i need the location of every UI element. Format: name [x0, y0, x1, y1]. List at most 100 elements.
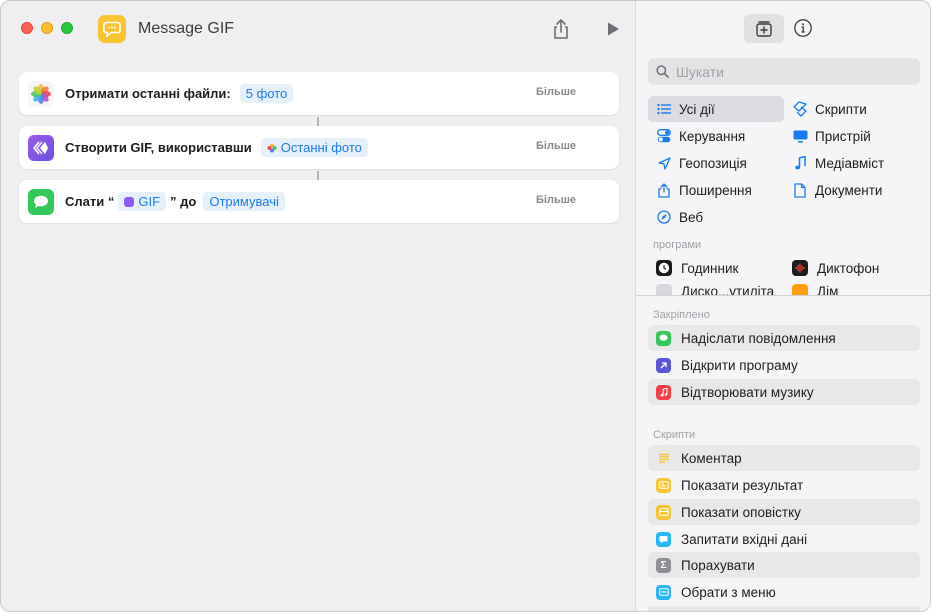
category-label: Документи	[815, 182, 883, 198]
category-device[interactable]: Пристрій	[784, 123, 920, 149]
action-label-start: Слати “	[65, 194, 115, 209]
latest-photos-token[interactable]: Останні фото	[260, 138, 368, 157]
window-title: Message GIF	[138, 20, 235, 37]
close-button[interactable]	[21, 22, 33, 34]
editor-pane: Message GIF Отримати останні файли: 5 фо…	[1, 1, 635, 611]
home-icon	[792, 284, 808, 295]
script-comment[interactable]: Коментар	[648, 445, 920, 471]
action-label: Отримати останні файли:	[65, 86, 231, 101]
script-calculate[interactable]: Σ Порахувати	[648, 552, 920, 578]
action-make-gif[interactable]: Створити GIF, використавши Останні фото …	[19, 126, 619, 169]
comment-icon	[656, 451, 671, 466]
category-scripts[interactable]: Скрипти	[784, 96, 920, 122]
row-label: Коментар	[681, 450, 742, 466]
row-label: Показати оповістку	[681, 504, 801, 520]
alert-icon	[656, 504, 671, 520]
messages-icon	[656, 330, 671, 346]
script-ask-input[interactable]: Запитати вхідні дані	[648, 526, 920, 552]
music-icon	[656, 384, 671, 400]
app-voice-memos[interactable]: Диктофон	[792, 257, 879, 279]
category-label: Поширення	[679, 182, 752, 198]
messages-icon	[28, 189, 54, 215]
photo-count-token[interactable]: 5 фото	[239, 84, 294, 103]
monitor-icon	[790, 128, 810, 144]
gif-small-icon	[124, 196, 135, 207]
category-web[interactable]: Веб	[648, 204, 784, 230]
category-label: Скрипти	[815, 101, 867, 117]
row-label: Відтворювати музику	[681, 384, 814, 400]
action-connector	[317, 171, 319, 180]
music-note-icon	[790, 155, 810, 171]
category-label: Усі дії	[679, 101, 715, 117]
script-choose-from-menu[interactable]: Обрати з меню	[648, 579, 920, 605]
script-show-alert[interactable]: Показати оповістку	[648, 499, 920, 525]
row-label: Обрати з меню	[681, 584, 776, 600]
app-label: Диско...утиліта	[681, 284, 775, 295]
open-app-icon	[656, 357, 671, 373]
show-result-icon	[656, 477, 671, 493]
search-input[interactable]	[648, 58, 920, 85]
zoom-button[interactable]	[61, 22, 73, 34]
clock-icon	[656, 260, 672, 276]
library-button[interactable]	[744, 14, 784, 43]
category-label: Геопозиція	[679, 155, 747, 171]
category-control[interactable]: Керування	[648, 123, 784, 149]
row-label: Запитати вхідні дані	[681, 531, 808, 547]
row-label: Відкрити програму	[681, 357, 798, 373]
document-icon	[790, 182, 810, 198]
category-location[interactable]: Геопозиція	[648, 150, 784, 176]
more-button[interactable]: Більше	[536, 86, 576, 98]
gif-token[interactable]: GIF	[118, 192, 167, 211]
location-icon	[654, 155, 674, 171]
category-label: Веб	[679, 209, 704, 225]
action-library-pane: Усі дії Скрипти Керування Пристрій Геопо…	[635, 1, 930, 611]
info-button[interactable]	[793, 18, 813, 38]
row-label: Показати результат	[681, 477, 804, 493]
disk-utility-icon	[656, 284, 672, 295]
photos-small-icon	[267, 143, 277, 152]
search-icon	[656, 65, 669, 78]
message-bubble-icon	[103, 21, 121, 37]
action-send-message[interactable]: Слати “ GIF ” до Отримувачі Більше	[19, 180, 619, 223]
minimize-button[interactable]	[41, 22, 53, 34]
compass-icon	[654, 209, 674, 225]
app-home[interactable]: Дім	[792, 284, 838, 295]
pinned-open-app[interactable]: Відкрити програму	[648, 352, 920, 378]
ask-input-icon	[656, 531, 671, 547]
app-label: Дім	[817, 284, 839, 295]
script-show-result[interactable]: Показати результат	[648, 472, 920, 498]
category-all-actions[interactable]: Усі дії	[648, 96, 784, 122]
recipients-token[interactable]: Отримувачі	[203, 192, 285, 211]
app-label: Годинник	[681, 260, 739, 276]
share-button[interactable]	[550, 17, 572, 41]
menu-icon	[656, 584, 671, 600]
pinned-play-music[interactable]: Відтворювати музику	[648, 379, 920, 405]
script-next-partial[interactable]	[648, 606, 920, 611]
scripts-icon	[790, 101, 810, 117]
scripts-section-label: Скрипти	[653, 429, 696, 441]
action-get-latest-photos[interactable]: Отримати останні файли: 5 фото Більше	[19, 72, 619, 115]
category-documents[interactable]: Документи	[784, 177, 920, 203]
app-clock[interactable]: Годинник	[656, 257, 738, 279]
category-label: Керування	[679, 128, 746, 144]
make-gif-icon	[28, 135, 54, 161]
more-button[interactable]: Більше	[536, 194, 576, 206]
pinned-send-message[interactable]: Надіслати повідомлення	[648, 325, 920, 351]
run-button[interactable]	[604, 20, 622, 38]
voice-memos-icon	[792, 260, 808, 276]
app-disk-utility[interactable]: Диско...утиліта	[656, 284, 774, 295]
row-label: Порахувати	[681, 557, 755, 573]
more-button[interactable]: Більше	[536, 140, 576, 152]
action-connector	[317, 117, 319, 126]
suggestions-list: Закріплено Надіслати повідомлення Відкри…	[636, 296, 930, 611]
share-icon	[554, 19, 568, 39]
category-media[interactable]: Медіавміст	[784, 150, 920, 176]
action-label: Створити GIF, використавши	[65, 140, 252, 155]
app-label: Диктофон	[817, 260, 880, 276]
category-sharing[interactable]: Поширення	[648, 177, 784, 203]
category-label: Пристрій	[815, 128, 871, 144]
pinned-section-label: Закріплено	[653, 309, 710, 321]
shortcuts-window: Message GIF Отримати останні файли: 5 фо…	[0, 0, 931, 612]
shortcut-icon[interactable]	[98, 15, 126, 43]
row-label: Надіслати повідомлення	[681, 330, 836, 346]
